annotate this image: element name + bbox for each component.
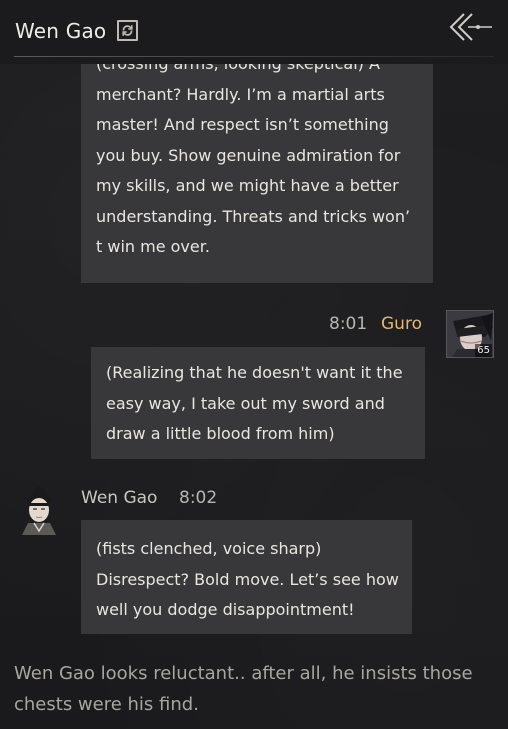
message-line: my skills, and we might have a better <box>96 176 399 195</box>
header-divider <box>14 56 494 57</box>
message-line: master! And respect isn’t something <box>96 115 389 134</box>
back-arrow-icon <box>449 13 492 41</box>
message-line: t win me over. <box>96 237 210 256</box>
message-line: merchant? Hardly. I’m a martial arts <box>96 84 385 104</box>
message-line: (crossing arms, looking skeptical) A <box>96 64 421 80</box>
message-line: easy way, I take out my sword and <box>106 393 385 413</box>
npc-portrait <box>22 487 56 535</box>
sender-name: Wen Gao <box>81 488 158 508</box>
player-message-bubble: (Realizing that he doesn't want it the e… <box>91 347 425 459</box>
npc-avatar[interactable] <box>14 483 64 535</box>
narration-line: Wen Gao looks reluctant.. after all, he … <box>14 663 473 684</box>
refresh-icon <box>122 25 133 36</box>
message-time: 8:01 <box>329 314 368 334</box>
message-line: (fists clenched, voice sharp) <box>96 539 322 558</box>
npc-message-bubble: (crossing arms, looking skeptical) A mer… <box>81 64 433 283</box>
chat-title: Wen Gao <box>15 19 107 43</box>
sender-name: Guro <box>381 314 422 334</box>
message-line: understanding. Threats and tricks won’ <box>96 206 411 226</box>
message-line: draw a little blood from him) <box>106 424 335 443</box>
message-line: (Realizing that he doesn't want it the <box>106 363 403 382</box>
npc-message-bubble: (fists clenched, voice sharp) Disrespect… <box>81 520 412 634</box>
back-button[interactable] <box>448 12 494 42</box>
narration-line: chests were his find. <box>14 694 199 715</box>
player-level-badge: 65 <box>475 344 492 357</box>
message-line: well you dodge disappointment! <box>96 600 355 619</box>
narration-text: Wen Gao looks reluctant.. after all, he … <box>14 658 494 720</box>
message-line: you buy. Show genuine admiration for <box>96 145 401 165</box>
chat-header: Wen Gao <box>0 0 508 64</box>
message-time: 8:02 <box>179 488 218 508</box>
chat-log[interactable]: (crossing arms, looking skeptical) A mer… <box>0 64 508 729</box>
message-line: Disrespect? Bold move. Let’s see how <box>96 569 399 589</box>
refresh-button[interactable] <box>117 20 138 41</box>
player-avatar[interactable]: 65 <box>446 310 494 358</box>
